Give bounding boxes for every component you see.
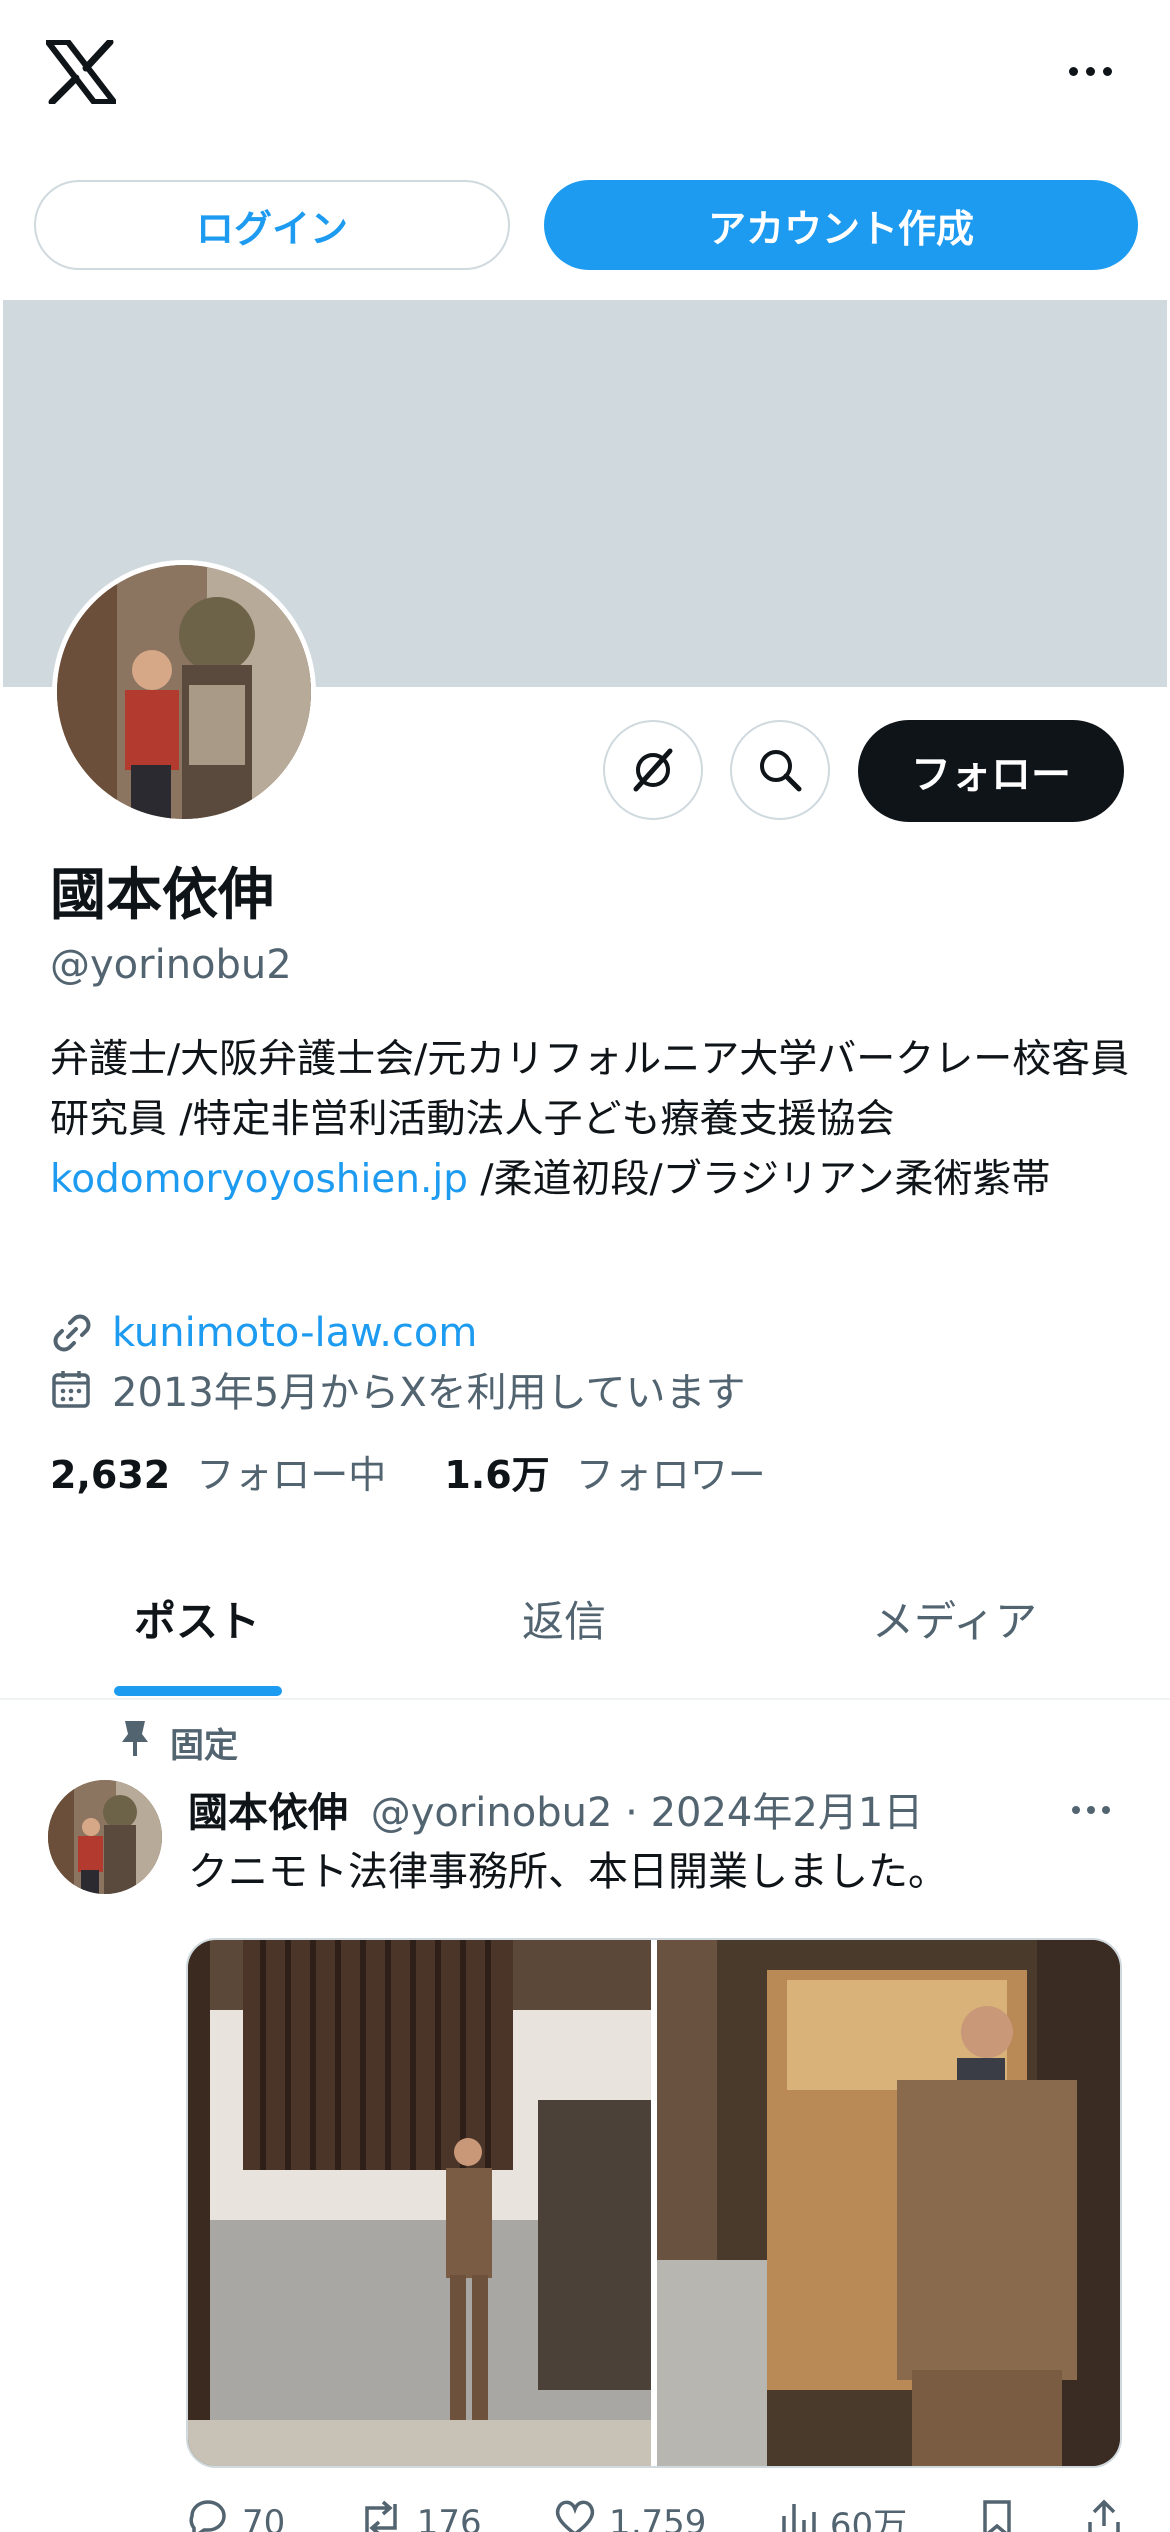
top-bar (0, 0, 1170, 150)
following-label: フォロー中 (196, 1453, 387, 1497)
grok-icon[interactable] (603, 720, 703, 820)
tab-replies[interactable]: 返信 (522, 1588, 606, 1649)
bookmark-action[interactable] (979, 2498, 1015, 2532)
follow-button[interactable]: フォロー (858, 720, 1124, 822)
repost-action[interactable]: 176 (357, 2498, 482, 2532)
bookmark-icon (979, 2498, 1015, 2532)
reply-action[interactable]: 70 (186, 2498, 285, 2532)
post-header: 國本依伸 @yorinobu2 · 2024年2月1日 (188, 1780, 923, 1838)
post-more-icon[interactable] (1072, 1806, 1110, 1814)
followers-stat[interactable]: 1.6万 フォロワー (444, 1444, 765, 1499)
pinned-label: 固定 (170, 1726, 238, 1766)
post-author[interactable]: 國本依伸 (188, 1790, 348, 1836)
share-icon (1086, 2498, 1122, 2532)
followers-label: フォロワー (575, 1453, 766, 1497)
create-account-button[interactable]: アカウント作成 (544, 180, 1138, 270)
like-action[interactable]: 1,759 (553, 2498, 706, 2532)
profile-avatar[interactable] (52, 560, 316, 824)
post-avatar[interactable] (48, 1780, 162, 1894)
follow-stats: 2,632 フォロー中 1.6万 フォロワー (50, 1444, 766, 1499)
views-icon (778, 2498, 818, 2532)
login-button[interactable]: ログイン (34, 180, 510, 270)
profile-name: 國本依伸 (50, 863, 274, 928)
bio-text: 弁護士/大阪弁護士会/元カリフォルニア大学バークレー校客員研究員 /特定非営利活… (50, 1037, 1130, 1142)
following-count: 2,632 (50, 1453, 171, 1497)
views-action[interactable]: 60万 (778, 2498, 907, 2532)
repost-icon (357, 2498, 405, 2532)
profile-tabs: ポスト 返信 メディア (0, 1548, 1170, 1700)
heart-icon (553, 2498, 597, 2532)
active-tab-indicator (114, 1686, 282, 1696)
more-horizontal-icon[interactable] (1060, 56, 1120, 86)
post-image-1[interactable] (188, 1940, 651, 2466)
following-stat[interactable]: 2,632 フォロー中 (50, 1444, 386, 1499)
post-image-2[interactable] (657, 1940, 1120, 2466)
joined-text: 2013年5月からXを利用しています (112, 1370, 746, 1416)
reply-icon (186, 2498, 230, 2532)
tab-media[interactable]: メディア (872, 1588, 1037, 1649)
website-row: kunimoto-law.com (50, 1308, 477, 1358)
post-meta[interactable]: @yorinobu2 · 2024年2月1日 (371, 1790, 924, 1836)
x-logo-icon[interactable] (45, 38, 117, 106)
tab-posts[interactable]: ポスト (134, 1588, 260, 1649)
search-icon[interactable] (730, 720, 830, 820)
reply-count: 70 (242, 2502, 286, 2532)
profile-handle: @yorinobu2 (50, 942, 292, 988)
followers-count: 1.6万 (444, 1453, 550, 1497)
post-media (186, 1938, 1122, 2468)
website-link[interactable]: kunimoto-law.com (112, 1310, 477, 1356)
pinned-indicator: 固定 (118, 1718, 238, 1767)
calendar-icon (50, 1364, 100, 1414)
profile-bio: 弁護士/大阪弁護士会/元カリフォルニア大学バークレー校客員研究員 /特定非営利活… (50, 1030, 1130, 1210)
like-count: 1,759 (609, 2502, 707, 2532)
repost-count: 176 (416, 2502, 482, 2532)
post-actions: 70 176 1,759 60万 (186, 2498, 1122, 2532)
share-action[interactable] (1086, 2498, 1122, 2532)
pin-icon (118, 1718, 152, 1767)
post-text: クニモト法律事務所、本日開業しました。 (188, 1849, 948, 1895)
link-icon (50, 1308, 100, 1358)
joined-row: 2013年5月からXを利用しています (50, 1360, 745, 1418)
views-count: 60万 (829, 2506, 908, 2532)
bio-text-end: /柔道初段/ブラジリアン柔術紫帯 (468, 1157, 1051, 1202)
bio-link[interactable]: kodomoryoyoshien.jp (50, 1157, 468, 1202)
